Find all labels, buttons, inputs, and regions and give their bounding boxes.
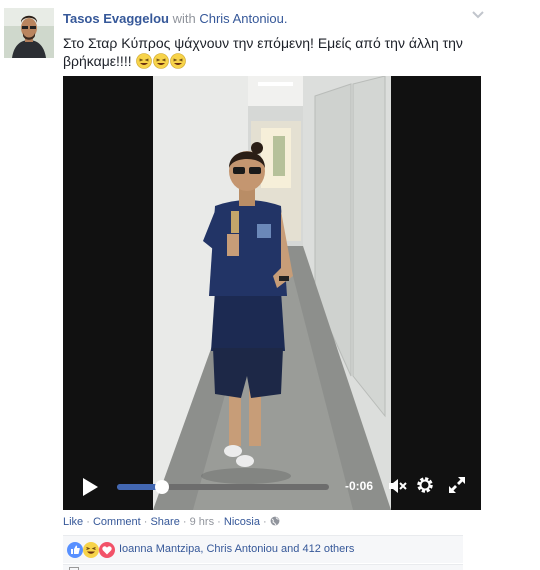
haha-icon[interactable] xyxy=(83,542,99,558)
gear-icon[interactable] xyxy=(415,475,435,495)
post-actions: Like · Comment · Share · 9 hrs · Nicosia… xyxy=(63,515,280,529)
mute-icon[interactable] xyxy=(387,476,407,496)
post-message: Στο Σταρ Κύπρος ψάχνουν την επόμενη! Εμε… xyxy=(63,35,463,69)
separator: · xyxy=(182,516,187,528)
separator: · xyxy=(86,516,90,528)
laughing-emoji-icon xyxy=(136,53,153,69)
fullscreen-icon[interactable] xyxy=(447,475,467,495)
play-icon[interactable] xyxy=(79,476,101,498)
video-frame xyxy=(153,76,391,510)
post-timestamp[interactable]: 9 hrs xyxy=(190,516,214,528)
love-icon[interactable] xyxy=(99,542,115,558)
feed-post: Tasos Evaggelou with Chris Antoniou. Στο… xyxy=(0,0,540,570)
reactions-summary[interactable]: Ioanna Mantzipa, Chris Antoniou and 412 … xyxy=(119,543,354,555)
progress-scrubber-handle[interactable] xyxy=(154,480,169,494)
tagged-friend[interactable]: Chris Antoniou. xyxy=(199,11,287,26)
time-remaining: -0:06 xyxy=(345,479,374,493)
author-name[interactable]: Tasos Evaggelou xyxy=(63,11,169,26)
globe-icon[interactable] xyxy=(270,516,280,526)
chevron-down-icon[interactable] xyxy=(471,10,485,20)
video-controls: -0:06 xyxy=(63,460,481,510)
like-icon[interactable] xyxy=(67,542,83,558)
comment-area[interactable] xyxy=(63,564,463,570)
laughing-emoji-icon xyxy=(153,53,170,69)
post-header: Tasos Evaggelou with Chris Antoniou. xyxy=(63,11,288,27)
location-link[interactable]: Nicosia xyxy=(224,516,260,528)
with-label: with xyxy=(172,11,196,26)
avatar-photo xyxy=(4,8,54,58)
laughing-emoji-icon xyxy=(170,53,187,69)
video-player[interactable]: -0:06 xyxy=(63,76,481,510)
separator: · xyxy=(263,516,267,528)
comment-link[interactable]: Comment xyxy=(93,516,141,528)
reactions-bar: Ioanna Mantzipa, Chris Antoniou and 412 … xyxy=(63,535,463,563)
post-text: Στο Σταρ Κύπρος ψάχνουν την επόμενη! Εμε… xyxy=(63,34,463,70)
separator: · xyxy=(217,516,221,528)
like-link[interactable]: Like xyxy=(63,516,83,528)
share-link[interactable]: Share xyxy=(150,516,179,528)
progress-track[interactable] xyxy=(117,480,329,494)
separator: · xyxy=(143,516,148,528)
author-avatar[interactable] xyxy=(4,8,54,58)
